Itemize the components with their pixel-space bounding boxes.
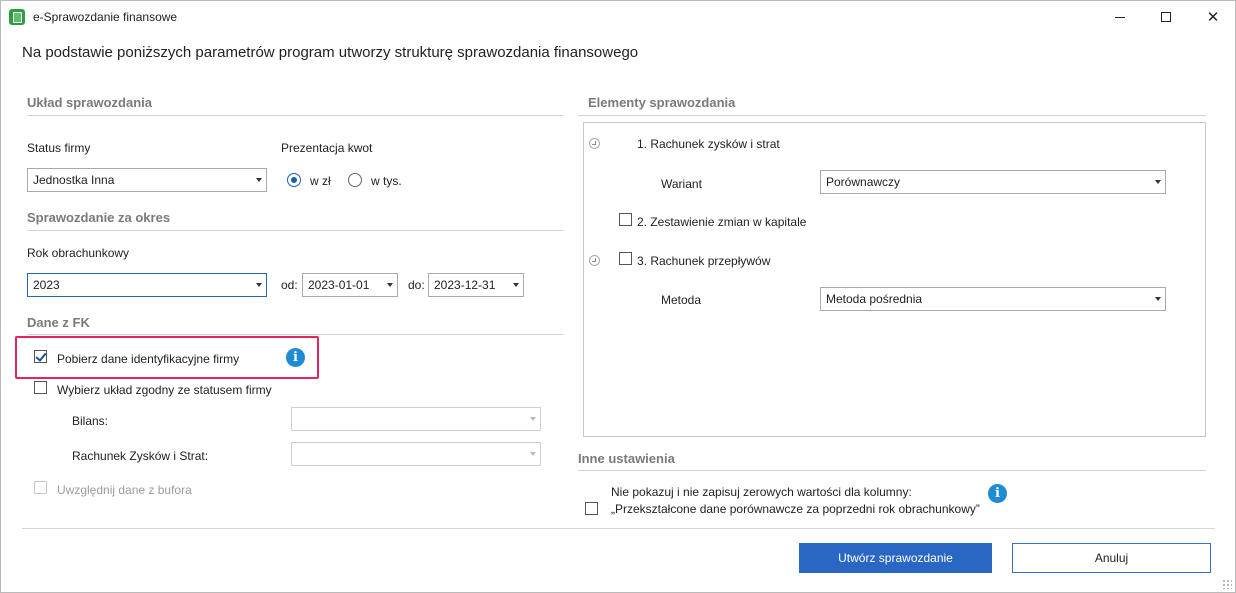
maximize-icon [1161, 12, 1171, 22]
dialog-window: e-Sprawozdanie finansowe ✕ Na podstawie … [0, 0, 1236, 593]
section-inne-title: Inne ustawienia [578, 451, 675, 466]
title-bar[interactable]: e-Sprawozdanie finansowe ✕ [1, 1, 1235, 33]
section-okres-title: Sprawozdanie za okres [27, 210, 171, 225]
bilans-select[interactable] [291, 407, 541, 431]
do-date-picker[interactable]: 2023-12-31 [428, 273, 524, 297]
section-uklad-title: Układ sprawozdania [27, 95, 152, 110]
section-divider [27, 115, 563, 116]
pobierz-dane-label: Pobierz dane identyfikacyjne firmy [57, 352, 240, 366]
page-title: Na podstawie poniższych parametrów progr… [22, 44, 639, 61]
close-button[interactable]: ✕ [1190, 1, 1236, 33]
od-label: od: [281, 278, 298, 292]
chevron-down-icon [1155, 297, 1161, 301]
bufor-checkbox[interactable] [34, 481, 47, 494]
zero-values-checkbox[interactable] [585, 502, 598, 515]
zero-values-label-line2: „Przekształcone dane porównawcze za popr… [611, 502, 980, 516]
cancel-button[interactable]: Anuluj [1012, 543, 1211, 573]
status-firmy-label: Status firmy [27, 141, 91, 155]
expand-icon[interactable] [589, 138, 600, 149]
rzis-select[interactable] [291, 442, 541, 466]
section-divider [27, 334, 563, 335]
section-divider [27, 230, 563, 231]
status-firmy-select[interactable]: Jednostka Inna [27, 168, 267, 192]
section-elementy-title: Elementy sprawozdania [588, 95, 736, 110]
chevron-down-icon [256, 178, 262, 182]
resize-grip[interactable] [1222, 579, 1232, 589]
info-icon[interactable]: i [286, 348, 305, 367]
od-date-picker[interactable]: 2023-01-01 [302, 273, 398, 297]
expand-icon[interactable] [589, 255, 600, 266]
info-icon[interactable]: i [988, 484, 1007, 503]
create-report-button[interactable]: Utwórz sprawozdanie [799, 543, 992, 573]
bilans-label: Bilans: [72, 414, 109, 428]
minimize-button[interactable] [1097, 1, 1143, 33]
section-divider [578, 470, 1206, 471]
window-title: e-Sprawozdanie finansowe [33, 10, 178, 24]
rachunek-przeplywow-checkbox[interactable] [619, 252, 632, 265]
wariant-value: Porównawczy [826, 175, 901, 189]
bufor-label: Uwzględnij dane z bufora [57, 483, 192, 497]
wariant-select[interactable]: Porównawczy [820, 170, 1166, 194]
wybierz-uklad-label: Wybierz układ zgodny ze statusem firmy [57, 383, 272, 397]
maximize-button[interactable] [1143, 1, 1189, 33]
wybierz-uklad-checkbox[interactable] [34, 381, 47, 394]
prezentacja-kwot-label: Prezentacja kwot [281, 141, 373, 155]
zero-values-label-line1: Nie pokazuj i nie zapisuj zerowych warto… [611, 485, 912, 499]
radio-w-zl[interactable] [287, 173, 301, 187]
minimize-icon [1115, 16, 1125, 18]
item-rachunek-zyskow: 1. Rachunek zysków i strat [637, 137, 780, 151]
chevron-down-icon [387, 283, 393, 287]
metoda-select[interactable]: Metoda pośrednia [820, 287, 1166, 311]
chevron-down-icon [1155, 180, 1161, 184]
wariant-label: Wariant [661, 177, 702, 191]
pobierz-dane-checkbox[interactable] [34, 350, 47, 363]
rok-obrachunkowy-select[interactable]: 2023 [27, 273, 267, 297]
metoda-label: Metoda [661, 293, 702, 307]
close-icon: ✕ [1206, 9, 1220, 26]
chevron-down-icon [530, 452, 536, 456]
footer-divider [22, 528, 1215, 529]
chevron-down-icon [513, 283, 519, 287]
rzis-label: Rachunek Zysków i Strat: [72, 449, 209, 463]
zestawienie-zmian-checkbox[interactable] [619, 213, 632, 226]
status-firmy-value: Jednostka Inna [33, 173, 115, 187]
rok-obrachunkowy-value: 2023 [33, 278, 60, 292]
do-label: do: [408, 278, 425, 292]
section-divider [578, 115, 1206, 116]
item-rachunek-przeplywow: 3. Rachunek przepływów [637, 254, 771, 268]
radio-w-zl-label: w zł [310, 174, 331, 188]
radio-w-tys-label: w tys. [371, 174, 402, 188]
metoda-value: Metoda pośrednia [826, 292, 923, 306]
chevron-down-icon [530, 417, 536, 421]
chevron-down-icon [256, 283, 262, 287]
section-fk-title: Dane z FK [27, 315, 90, 330]
app-icon [9, 9, 25, 25]
do-date-value: 2023-12-31 [434, 278, 496, 292]
od-date-value: 2023-01-01 [308, 278, 370, 292]
rok-obrachunkowy-label: Rok obrachunkowy [27, 246, 130, 260]
radio-w-tys[interactable] [348, 173, 362, 187]
item-zestawienie-zmian: 2. Zestawienie zmian w kapitale [637, 215, 807, 229]
